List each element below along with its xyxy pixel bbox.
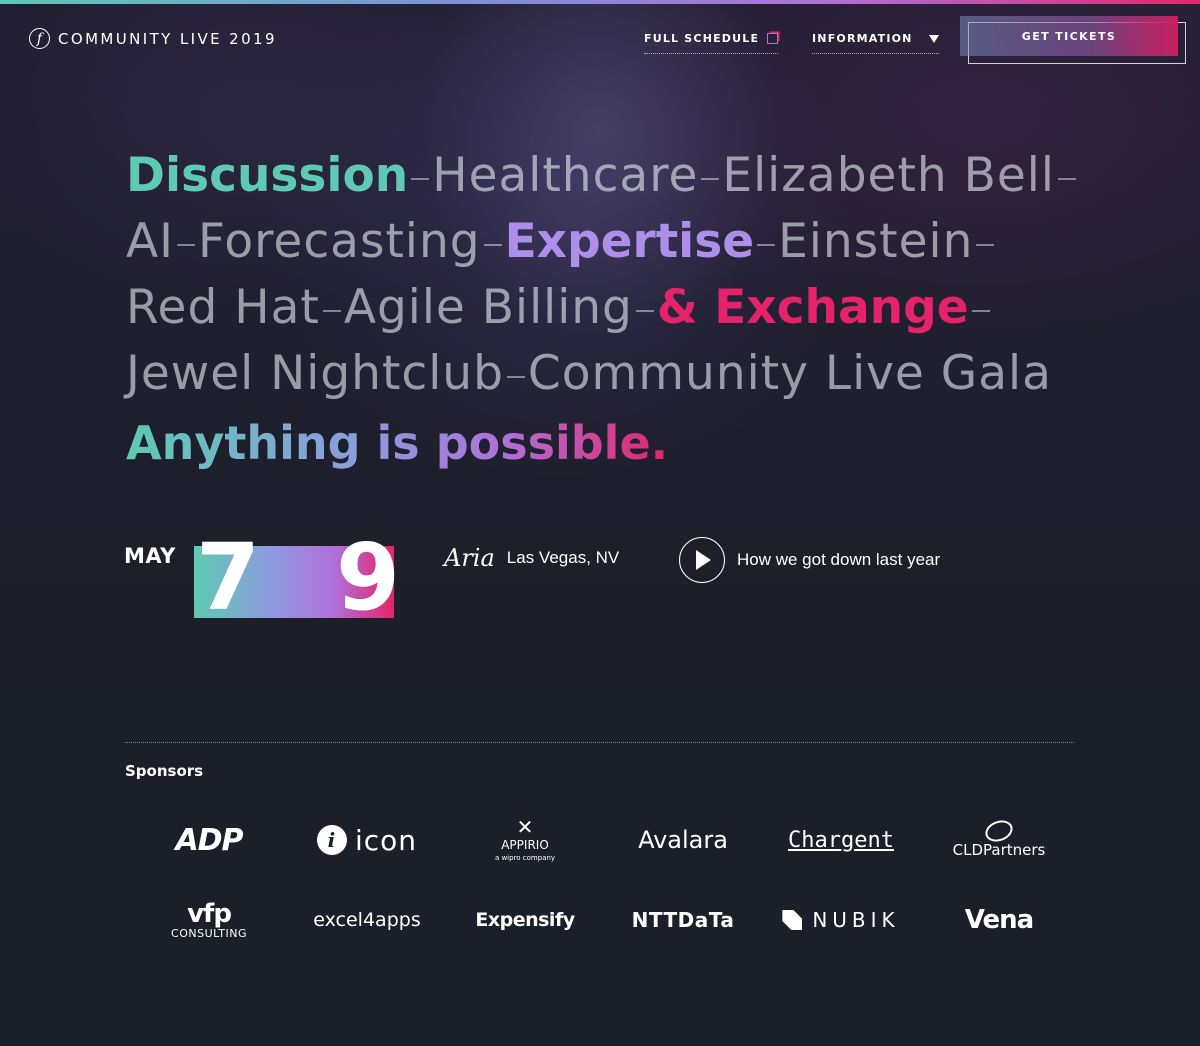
nubik-mark-icon (782, 910, 803, 930)
sponsor-name: Vena (964, 905, 1034, 935)
topics-line-2: AI Forecasting Expertise Einstein (126, 214, 1126, 280)
sponsor-expensify-logo[interactable]: Expensify (446, 880, 604, 960)
topic-word: Expertise (504, 214, 755, 269)
topic-word: Community Live Gala (527, 346, 1052, 401)
dash-separator (757, 243, 776, 246)
topic-word: Jewel Nightclub (126, 346, 504, 401)
dash-separator (976, 243, 995, 246)
sponsor-avalara-logo[interactable]: Avalara (604, 800, 762, 880)
sponsor-subtitle: CONSULTING (171, 926, 247, 940)
play-icon[interactable] (679, 537, 725, 583)
nav-information[interactable]: INFORMATION (812, 32, 939, 54)
topics-line-3: Red Hat Agile Billing & Exchange (126, 280, 1126, 346)
event-day-start: 7 (196, 524, 261, 631)
nav-information-label: INFORMATION (812, 32, 913, 45)
nav-full-schedule-label: FULL SCHEDULE (644, 32, 760, 45)
sponsor-name: CLDPartners (952, 841, 1046, 859)
site-logo[interactable]: f COMMUNITY LIVE 2019 (29, 28, 277, 49)
sponsor-adp-logo[interactable]: ADP (130, 800, 288, 880)
sponsor-name: ADP (175, 822, 243, 858)
event-month: MAY (124, 544, 176, 568)
appirio-mark-icon: ✕ (516, 815, 534, 839)
dropdown-triangle-icon (928, 34, 939, 43)
topic-word: Forecasting (198, 214, 481, 269)
topic-word: Agile Billing (343, 280, 633, 335)
dash-separator (322, 309, 341, 312)
nav-full-schedule[interactable]: FULL SCHEDULE (644, 32, 779, 54)
sponsor-chargent-logo[interactable]: Chargent (762, 800, 920, 880)
video-label: How we got down last year (737, 550, 941, 569)
event-day-end: 9 (336, 524, 401, 631)
get-tickets-button[interactable]: GET TICKETS (960, 16, 1186, 64)
dash-separator (701, 177, 720, 180)
sponsor-subtitle: a wipro company (494, 854, 556, 862)
sponsor-nubik-logo[interactable]: NUBIK (762, 880, 920, 960)
dash-separator (177, 243, 196, 246)
sponsors-heading: Sponsors (125, 762, 204, 780)
top-gradient-bar (0, 0, 1200, 4)
sponsor-name: NTTDaTa (631, 908, 735, 932)
sponsor-cldpartners-logo[interactable]: CLDPartners (920, 800, 1078, 880)
topic-word: AI (126, 214, 175, 269)
schedule-square-icon (767, 33, 779, 44)
topic-word: Einstein (778, 214, 974, 269)
section-divider (125, 742, 1074, 743)
sponsors-grid: ADP i icon ✕ APPIRIO a wipro company Avalar… (130, 800, 1080, 960)
venue-city: Las Vegas, NV (506, 548, 620, 567)
sponsor-name: Avalara (638, 826, 728, 854)
dash-separator (506, 375, 525, 378)
dash-separator (411, 177, 430, 180)
event-date: MAY 7 9 (124, 528, 400, 628)
sponsor-icon-logo[interactable]: i icon (288, 800, 446, 880)
video-link[interactable]: How we got down last year (679, 537, 940, 583)
sponsor-vfp-logo[interactable]: vfp CONSULTING (130, 880, 288, 960)
topic-word: Elizabeth Bell (722, 148, 1055, 203)
sponsor-name: vfp (187, 898, 232, 929)
get-tickets-label: GET TICKETS (960, 16, 1178, 56)
topic-word: Healthcare (432, 148, 699, 203)
dash-separator (1057, 177, 1076, 180)
sponsor-name: APPIRIO (501, 838, 549, 852)
event-venue: Aria Las Vegas, NV (444, 544, 619, 572)
hero-tagline: Anything is possible. (126, 416, 668, 470)
sponsor-name: icon (354, 823, 418, 857)
sponsor-excel4apps-logo[interactable]: excel4apps (288, 880, 446, 960)
logo-text: COMMUNITY LIVE 2019 (58, 29, 277, 48)
aria-logo: Aria (444, 544, 495, 572)
dash-separator (971, 309, 990, 312)
sponsor-appirio-logo[interactable]: ✕ APPIRIO a wipro company (446, 800, 604, 880)
topic-word: Red Hat (126, 280, 320, 335)
sponsor-name: excel4apps (313, 909, 421, 931)
sponsor-name: Expensify (475, 909, 575, 931)
logo-mark-icon: f (29, 28, 50, 49)
topics-line-1: Discussion Healthcare Elizabeth Bell (126, 148, 1126, 214)
topic-word: & Exchange (656, 280, 969, 335)
sponsor-vena-logo[interactable]: Vena (920, 880, 1078, 960)
dash-separator (635, 309, 654, 312)
topics-cloud: Discussion Healthcare Elizabeth Bell AI For… (126, 148, 1126, 412)
dash-separator (483, 243, 502, 246)
sponsor-name: NUBIK (812, 908, 900, 932)
icon-brand-mark-icon: i (316, 825, 347, 855)
topics-line-4: Jewel Nightclub Community Live Gala (126, 346, 1126, 412)
topic-word: Discussion (126, 148, 409, 203)
sponsor-nttdata-logo[interactable]: NTTDaTa (604, 880, 762, 960)
sponsor-name: Chargent (788, 827, 894, 853)
tagline-text: Anything is possible. (126, 416, 669, 470)
